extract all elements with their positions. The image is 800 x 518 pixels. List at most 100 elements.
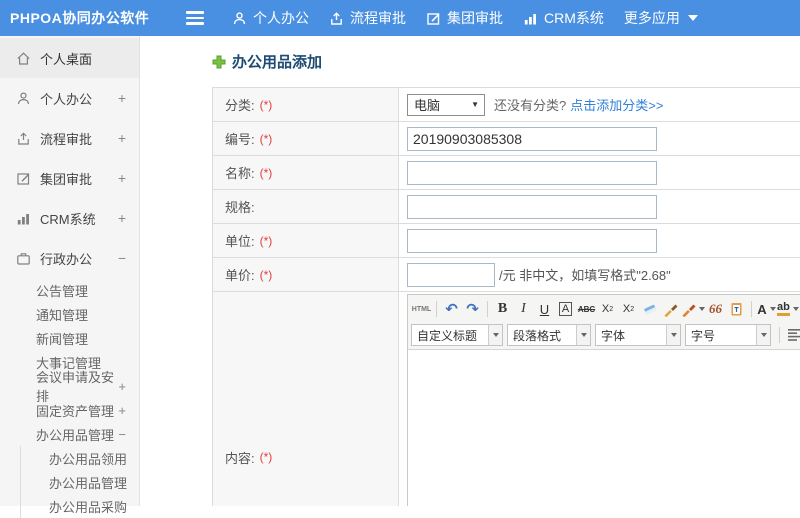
add-plus-icon [212,55,226,69]
nav-label: 集团审批 [447,8,503,28]
blockquote-button[interactable]: 66 [705,298,726,320]
font-size-dropdown[interactable]: 字号 [685,324,771,346]
required-mark: (*) [260,132,273,146]
sidebar-item-admin-office[interactable]: 行政办公 − [0,238,139,278]
font-family-dropdown[interactable]: 字体 [595,324,681,346]
sidebar-subitem-announcement-mgmt[interactable]: 公告管理 [0,278,139,302]
italic-button[interactable]: I [513,298,534,320]
highlight-color-dropdown[interactable]: ab [777,298,799,320]
collapse-indicator[interactable]: − [118,427,139,442]
flow-approval-icon [16,131,31,146]
nav-more-apps[interactable]: 更多应用 [624,8,698,28]
strikethrough-button[interactable]: ABC [576,298,597,320]
sidebar-item-crm-system[interactable]: CRM系统 + [0,198,139,238]
user-icon [232,11,247,26]
category-select-value: 电脑 [414,95,440,114]
sidebar-subitem-fixed-assets[interactable]: 固定资产管理 + [0,398,139,422]
form-row-price: 单价: (*) /元 非中文，如填写格式"2.68" [213,258,800,292]
sidebar-item-group-approval[interactable]: 集团审批 + [0,158,139,198]
subscript-button[interactable]: X2 [618,298,639,320]
nav-group-approval[interactable]: 集团审批 [426,8,503,28]
font-color-dropdown[interactable]: A [756,298,777,320]
caret-down-icon [493,333,499,337]
expand-indicator[interactable]: + [118,210,139,226]
category-label: 分类: (*) [213,88,399,121]
spec-input[interactable] [407,195,657,219]
superscript-button[interactable]: X2 [597,298,618,320]
fill-color-dropdown[interactable] [681,298,705,320]
sidebar-subitem-notice-mgmt[interactable]: 通知管理 [0,302,139,326]
caret-down-icon [761,333,767,337]
page-title-text: 办公用品添加 [232,51,322,72]
eraser-icon[interactable] [639,298,660,320]
format-brush-icon[interactable] [660,298,681,320]
sidebar-item-flow-approval[interactable]: 流程审批 + [0,118,139,158]
expand-indicator[interactable]: + [118,130,139,146]
page-title: 办公用品添加 [212,51,800,72]
hamburger-menu-icon[interactable] [186,11,206,25]
toolbar-separator [436,301,437,317]
name-input[interactable] [407,161,657,185]
paste-text-icon[interactable] [726,298,747,320]
nav-crm-system[interactable]: CRM系统 [523,8,604,28]
sidebar-item-label: 行政办公 [40,249,92,268]
editor-toolbar: HTML ↶ ↷ B I U A ABC X2 [408,295,800,350]
sidebar-subitem-supplies-mgmt[interactable]: 办公用品管理 − [0,422,139,446]
expand-indicator[interactable]: + [118,90,139,106]
caret-down-icon [671,333,677,337]
underline-button[interactable]: U [534,298,555,320]
form-row-spec: 规格: [213,190,800,224]
nav-personal-office[interactable]: 个人办公 [232,8,309,28]
bar-chart-icon [523,11,538,26]
price-input[interactable] [407,263,495,287]
expand-indicator[interactable]: + [118,403,139,418]
supplies-add-form: 分类: (*) 电脑 ▼ 还没有分类? 点击添加分类>> 编号: (*) [212,87,800,506]
subitem-label: 办公用品领用 [49,449,127,468]
form-row-content: 内容: (*) HTML ↶ ↷ B [213,292,800,506]
toolbar-separator [779,327,780,343]
top-nav: 个人办公 流程审批 集团审批 CRM系统 更多应用 [232,8,698,28]
form-row-unit: 单位: (*) [213,224,800,258]
user-icon [16,91,31,106]
bold-button[interactable]: B [492,298,513,320]
collapse-indicator[interactable]: − [118,250,139,266]
code-input[interactable] [407,127,657,151]
code-label: 编号: (*) [213,122,399,155]
undo-icon[interactable]: ↶ [441,298,462,320]
add-category-link[interactable]: 点击添加分类>> [570,95,663,114]
font-style-button[interactable]: A [555,298,576,320]
sidebar-subitem-supplies-manage[interactable]: 办公用品管理 [21,470,139,494]
sidebar-item-personal-office[interactable]: 个人办公 + [0,78,139,118]
editor-content-area[interactable] [408,350,800,506]
sidebar-subitem-news-mgmt[interactable]: 新闻管理 [0,326,139,350]
subitem-label: 新闻管理 [36,329,88,348]
sidebar-item-label: CRM系统 [40,209,96,228]
form-row-category: 分类: (*) 电脑 ▼ 还没有分类? 点击添加分类>> [213,88,800,122]
required-mark: (*) [260,450,273,464]
expand-indicator[interactable]: + [118,170,139,186]
sidebar-item-personal-desktop[interactable]: 个人桌面 [0,38,139,78]
subitem-label: 固定资产管理 [36,401,114,420]
expand-indicator[interactable]: + [118,379,139,394]
sidebar-subitem-supplies-purchase[interactable]: 办公用品采购 [21,494,139,518]
sidebar: 个人桌面 个人办公 + 流程审批 + 集团审批 + CRM系统 + 行政办公 − [0,36,140,506]
content-label: 内容: (*) [213,292,399,506]
align-left-icon[interactable] [784,324,800,346]
html-source-button[interactable]: HTML [411,298,432,320]
sidebar-item-label: 个人桌面 [40,49,92,68]
required-mark: (*) [260,268,273,282]
heading-style-dropdown[interactable]: 自定义标题 [411,324,503,346]
paragraph-format-dropdown[interactable]: 段落格式 [507,324,591,346]
brand-logo[interactable]: PHPOA协同办公软件 [0,8,186,28]
sidebar-subitem-meeting-request[interactable]: 会议申请及安排 + [0,374,139,398]
subitem-label: 通知管理 [36,305,88,324]
price-format-hint: /元 非中文，如填写格式"2.68" [499,265,671,284]
form-row-code: 编号: (*) [213,122,800,156]
unit-input[interactable] [407,229,657,253]
category-select[interactable]: 电脑 ▼ [407,94,485,116]
sidebar-subitem-supplies-claim[interactable]: 办公用品领用 [21,446,139,470]
redo-icon[interactable]: ↷ [462,298,483,320]
nav-flow-approval[interactable]: 流程审批 [329,8,406,28]
top-bar: PHPOA协同办公软件 个人办公 流程审批 集团审批 CRM系统 [0,0,800,36]
briefcase-icon [16,251,31,266]
